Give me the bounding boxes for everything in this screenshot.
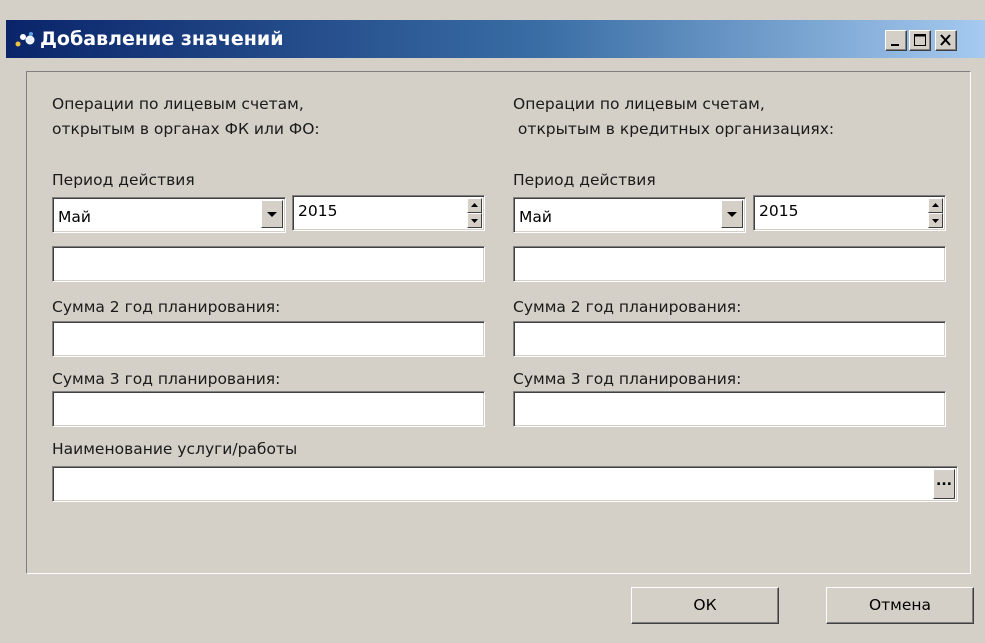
right-sum2-field[interactable]: [513, 321, 946, 357]
left-period-label: Период действия: [52, 171, 195, 189]
right-year-value: 2015: [759, 202, 799, 220]
left-year-value: 2015: [298, 202, 338, 220]
right-amount-field[interactable]: [513, 246, 946, 282]
minimize-icon: [891, 44, 899, 46]
service-label: Наименование услуги/работы: [52, 440, 298, 458]
title-bar[interactable]: Добавление значений: [6, 20, 985, 58]
cancel-button[interactable]: Отмена: [826, 587, 974, 624]
right-month-value: Май: [519, 208, 552, 226]
left-amount-field[interactable]: [52, 246, 485, 282]
left-heading-line1: Операции по лицевым счетам,: [52, 95, 304, 113]
left-month-dropdown[interactable]: Май: [52, 197, 286, 233]
left-sum3-field[interactable]: [52, 391, 485, 427]
right-year-spinner[interactable]: 2015: [753, 195, 946, 231]
left-month-value: Май: [58, 208, 91, 226]
ok-button[interactable]: ОК: [631, 587, 779, 624]
close-icon: [940, 34, 951, 46]
chevron-down-icon: [267, 212, 277, 217]
spin-down-icon[interactable]: [467, 213, 482, 228]
maximize-button[interactable]: [909, 30, 931, 51]
window-title: Добавление значений: [40, 28, 284, 50]
right-sum2-label: Сумма 2 год планирования:: [513, 298, 742, 316]
spin-up-icon[interactable]: [467, 198, 482, 213]
spin-up-icon[interactable]: [928, 198, 943, 213]
app-window-icon: [14, 29, 36, 49]
right-sum3-field[interactable]: [513, 391, 946, 427]
minimize-button[interactable]: [885, 30, 907, 51]
right-month-dropdown-button[interactable]: [721, 200, 743, 228]
right-sum3-label: Сумма 3 год планирования:: [513, 370, 742, 388]
left-heading-line2: открытым в органах ФК или ФО:: [52, 120, 320, 138]
close-button[interactable]: [935, 30, 957, 51]
right-heading-line2: открытым в кредитных организациях:: [513, 120, 835, 138]
left-year-spinner[interactable]: 2015: [292, 195, 485, 231]
dialog-window: Добавление значений Операции по лицевым …: [0, 0, 985, 643]
left-sum2-field[interactable]: [52, 321, 485, 357]
browse-button[interactable]: ...: [933, 469, 955, 499]
right-heading-line1: Операции по лицевым счетам,: [513, 95, 765, 113]
left-sum3-label: Сумма 3 год планирования:: [52, 370, 281, 388]
left-sum2-label: Сумма 2 год планирования:: [52, 298, 281, 316]
left-month-dropdown-button[interactable]: [261, 200, 283, 228]
service-field[interactable]: ...: [52, 466, 958, 502]
right-month-dropdown[interactable]: Май: [513, 197, 746, 233]
left-year-spin-buttons[interactable]: [467, 198, 482, 228]
spin-down-icon[interactable]: [928, 213, 943, 228]
chevron-down-icon: [727, 212, 737, 217]
maximize-icon: [914, 34, 926, 46]
right-year-spin-buttons[interactable]: [928, 198, 943, 228]
right-period-label: Период действия: [513, 171, 656, 189]
